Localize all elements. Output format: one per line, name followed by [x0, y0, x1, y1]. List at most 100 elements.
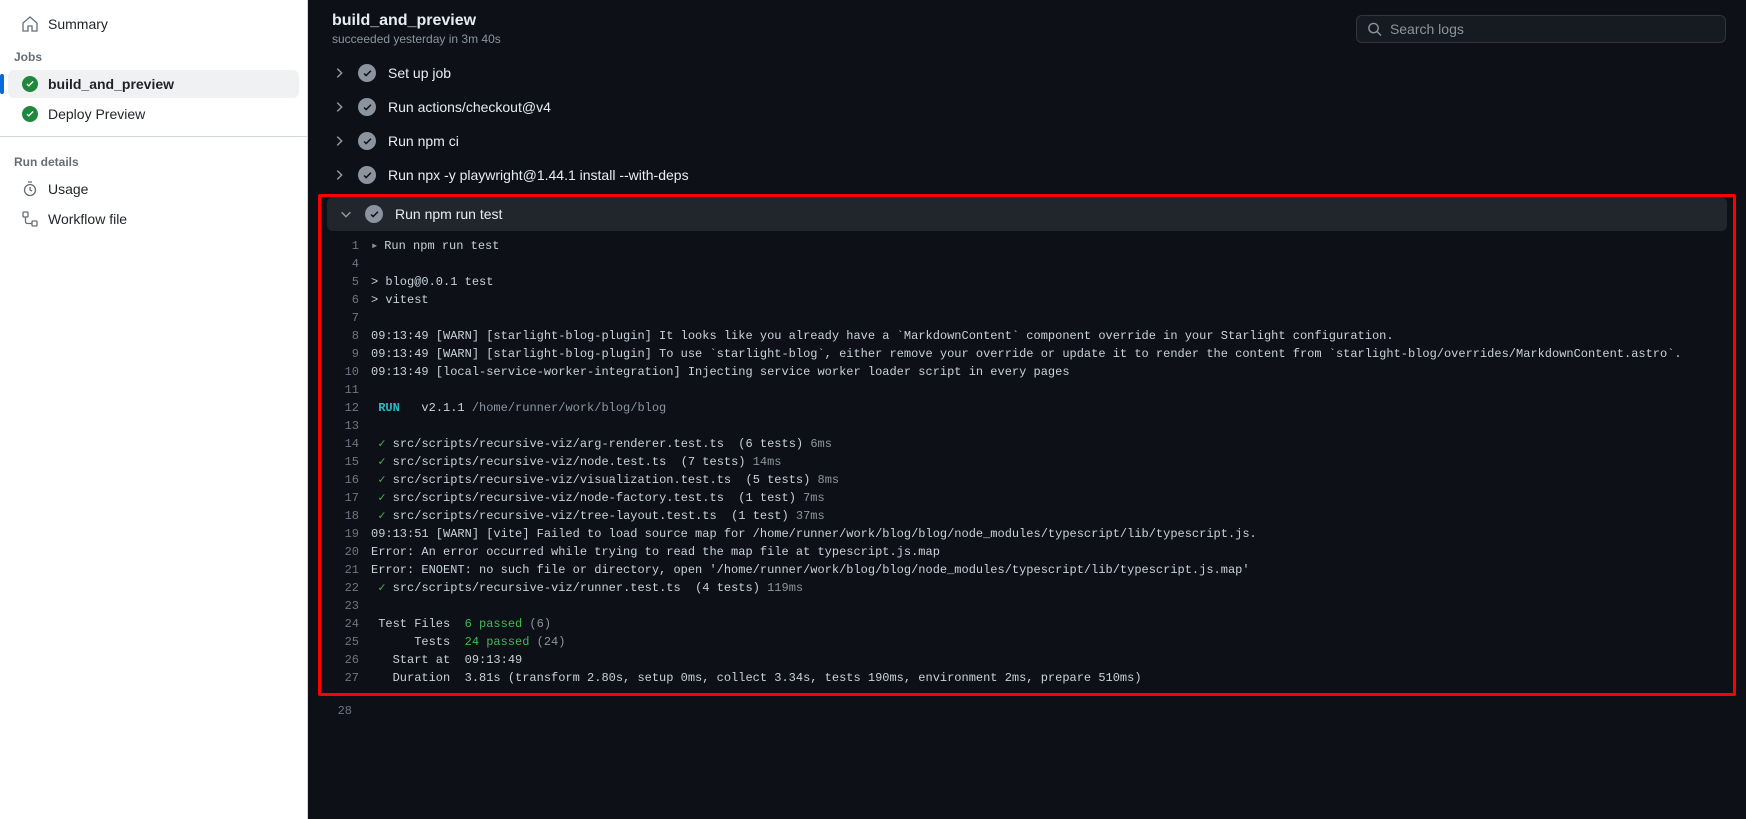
- step-label: Run actions/checkout@v4: [388, 99, 551, 115]
- line-number: 24: [321, 615, 371, 633]
- log-line: 1009:13:49 [local-service-worker-integra…: [321, 363, 1733, 381]
- sidebar-jobs-heading: Jobs: [0, 40, 307, 68]
- line-number: 5: [321, 273, 371, 291]
- log-text: ✓ src/scripts/recursive-viz/runner.test.…: [371, 579, 1733, 597]
- step-label: Set up job: [388, 65, 451, 81]
- check-circle-icon: [358, 64, 376, 82]
- line-number: 15: [321, 453, 371, 471]
- log-text: ✓ src/scripts/recursive-viz/tree-layout.…: [371, 507, 1733, 525]
- log-text: 09:13:49 [WARN] [starlight-blog-plugin] …: [371, 327, 1733, 345]
- log-line: 24 Test Files 6 passed (6): [321, 615, 1733, 633]
- line-number: 9: [321, 345, 371, 363]
- chevron-right-icon: [332, 100, 346, 114]
- log-text: > blog@0.0.1 test: [371, 273, 1733, 291]
- check-circle-icon: [22, 106, 38, 122]
- log-text: > vitest: [371, 291, 1733, 309]
- sidebar-job-deploy-preview[interactable]: Deploy Preview: [8, 100, 299, 128]
- log-line: 16 ✓ src/scripts/recursive-viz/visualiza…: [321, 471, 1733, 489]
- check-circle-icon: [358, 132, 376, 150]
- line-number: 22: [321, 579, 371, 597]
- chevron-right-icon: [332, 168, 346, 182]
- main: build_and_preview succeeded yesterday in…: [308, 0, 1746, 819]
- title-block: build_and_preview succeeded yesterday in…: [332, 12, 501, 46]
- log-output[interactable]: 1Run npm run test45> blog@0.0.1 test6> v…: [321, 231, 1733, 689]
- search-logs[interactable]: [1356, 15, 1726, 43]
- log-text: [371, 381, 1733, 399]
- check-circle-icon: [358, 98, 376, 116]
- log-line: 27 Duration 3.81s (transform 2.80s, setu…: [321, 669, 1733, 687]
- sidebar-run-details-heading: Run details: [0, 145, 307, 173]
- log-text: [371, 309, 1733, 327]
- log-line: 21Error: ENOENT: no such file or directo…: [321, 561, 1733, 579]
- sidebar-summary-label: Summary: [48, 16, 108, 32]
- chevron-down-icon: [339, 207, 353, 221]
- log-line: 14 ✓ src/scripts/recursive-viz/arg-rende…: [321, 435, 1733, 453]
- line-number: 6: [321, 291, 371, 309]
- line-number: 23: [321, 597, 371, 615]
- log-line: 17 ✓ src/scripts/recursive-viz/node-fact…: [321, 489, 1733, 507]
- log-line: 20Error: An error occurred while trying …: [321, 543, 1733, 561]
- chevron-right-icon: [332, 66, 346, 80]
- sidebar-job-label: build_and_preview: [48, 76, 174, 92]
- sidebar-usage-label: Usage: [48, 181, 88, 197]
- search-icon: [1367, 21, 1382, 37]
- line-number: 8: [321, 327, 371, 345]
- step-set-up-job[interactable]: Set up job: [320, 56, 1734, 90]
- log-line: 12 RUN v2.1.1 /home/runner/work/blog/blo…: [321, 399, 1733, 417]
- sidebar-job-build-and-preview[interactable]: build_and_preview: [8, 70, 299, 98]
- log-line: 26 Start at 09:13:49: [321, 651, 1733, 669]
- workflow-icon: [22, 211, 38, 227]
- line-number: 18: [321, 507, 371, 525]
- collapsible-run-command[interactable]: Run npm run test: [371, 237, 1733, 255]
- divider: [0, 136, 307, 137]
- step-label: Run npx -y playwright@1.44.1 install --w…: [388, 167, 689, 183]
- line-number: 7: [321, 309, 371, 327]
- log-output-tail[interactable]: 28: [314, 702, 1740, 722]
- log-text: 09:13:49 [local-service-worker-integrati…: [371, 363, 1733, 381]
- log-text: ✓ src/scripts/recursive-viz/node-factory…: [371, 489, 1733, 507]
- line-number: 10: [321, 363, 371, 381]
- log-text: 09:13:49 [WARN] [starlight-blog-plugin] …: [371, 345, 1733, 363]
- log-line: 1Run npm run test: [321, 237, 1733, 255]
- step-playwright-install[interactable]: Run npx -y playwright@1.44.1 install --w…: [320, 158, 1734, 192]
- step-checkout[interactable]: Run actions/checkout@v4: [320, 90, 1734, 124]
- log-text: ✓ src/scripts/recursive-viz/visualizatio…: [371, 471, 1733, 489]
- sidebar-summary[interactable]: Summary: [8, 10, 299, 38]
- log-text: Error: An error occurred while trying to…: [371, 543, 1733, 561]
- steps-list: Set up job Run actions/checkout@v4 Run n…: [308, 56, 1746, 819]
- line-number: 17: [321, 489, 371, 507]
- line-number: 4: [321, 255, 371, 273]
- sidebar-usage[interactable]: Usage: [8, 175, 299, 203]
- log-line: 15 ✓ src/scripts/recursive-viz/node.test…: [321, 453, 1733, 471]
- log-text: Error: ENOENT: no such file or directory…: [371, 561, 1733, 579]
- sidebar-workflow-file[interactable]: Workflow file: [8, 205, 299, 233]
- chevron-right-icon: [332, 134, 346, 148]
- sidebar: Summary Jobs build_and_preview Deploy Pr…: [0, 0, 308, 819]
- log-line: 11: [321, 381, 1733, 399]
- log-text: [371, 597, 1733, 615]
- log-line: 22 ✓ src/scripts/recursive-viz/runner.te…: [321, 579, 1733, 597]
- log-line: 809:13:49 [WARN] [starlight-blog-plugin]…: [321, 327, 1733, 345]
- log-text: Start at 09:13:49: [371, 651, 1733, 669]
- check-circle-icon: [358, 166, 376, 184]
- line-number: 20: [321, 543, 371, 561]
- step-npm-ci[interactable]: Run npm ci: [320, 124, 1734, 158]
- log-text: [364, 702, 1740, 720]
- check-circle-icon: [22, 76, 38, 92]
- log-line: 25 Tests 24 passed (24): [321, 633, 1733, 651]
- log-line: 5> blog@0.0.1 test: [321, 273, 1733, 291]
- log-line: 13: [321, 417, 1733, 435]
- log-line: 4: [321, 255, 1733, 273]
- main-header: build_and_preview succeeded yesterday in…: [308, 0, 1746, 56]
- search-input[interactable]: [1390, 21, 1715, 37]
- line-number: 1: [321, 237, 371, 255]
- log-line: 6> vitest: [321, 291, 1733, 309]
- log-text: Duration 3.81s (transform 2.80s, setup 0…: [371, 669, 1733, 687]
- step-npm-test[interactable]: Run npm run test: [327, 197, 1727, 231]
- line-number: 25: [321, 633, 371, 651]
- sidebar-workflow-file-label: Workflow file: [48, 211, 127, 227]
- line-number: 11: [321, 381, 371, 399]
- stopwatch-icon: [22, 181, 38, 197]
- log-text: RUN v2.1.1 /home/runner/work/blog/blog: [371, 399, 1733, 417]
- log-text: Run npm run test: [371, 237, 1733, 255]
